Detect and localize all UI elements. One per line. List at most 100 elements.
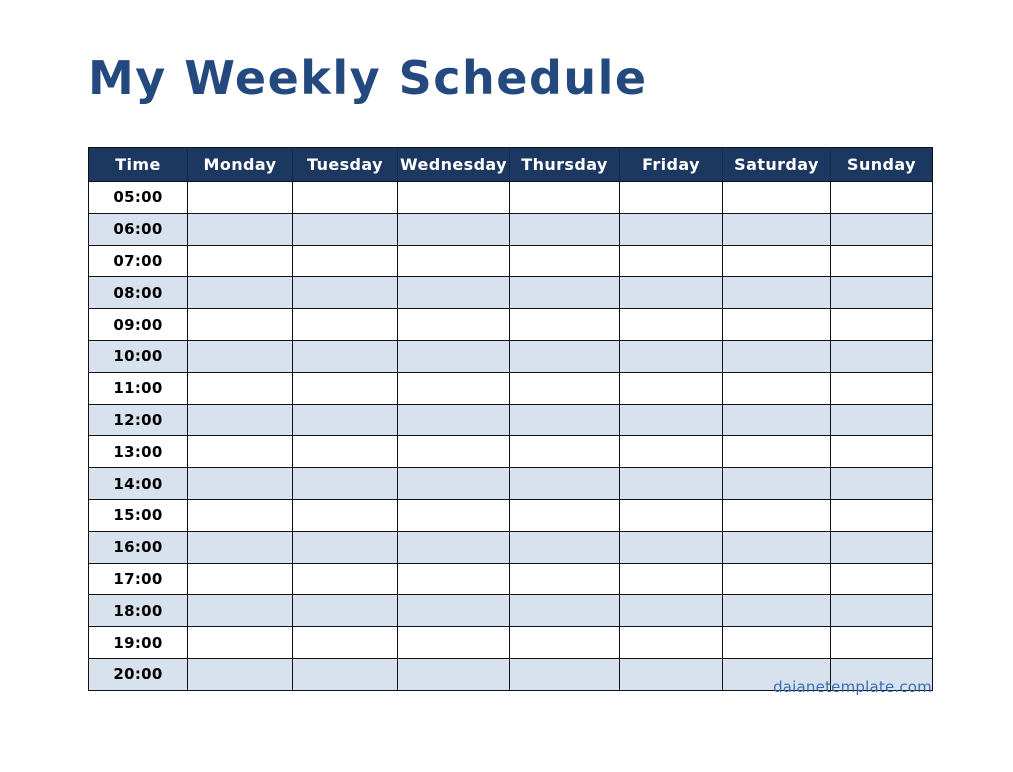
schedule-cell-saturday[interactable] — [722, 276, 831, 310]
schedule-cell-tuesday[interactable] — [292, 212, 398, 246]
schedule-cell-monday[interactable] — [187, 530, 293, 564]
schedule-cell-tuesday[interactable] — [292, 530, 398, 564]
schedule-cell-sunday[interactable] — [830, 403, 933, 437]
schedule-cell-sunday[interactable] — [830, 308, 933, 341]
schedule-cell-monday[interactable] — [187, 403, 293, 437]
schedule-cell-thursday[interactable] — [509, 435, 620, 469]
schedule-cell-saturday[interactable] — [722, 467, 831, 500]
schedule-cell-thursday[interactable] — [509, 339, 620, 373]
schedule-cell-monday[interactable] — [187, 212, 293, 246]
schedule-cell-friday[interactable] — [619, 657, 723, 691]
schedule-cell-thursday[interactable] — [509, 498, 620, 532]
schedule-cell-friday[interactable] — [619, 276, 723, 310]
schedule-cell-saturday[interactable] — [722, 530, 831, 564]
schedule-cell-monday[interactable] — [187, 657, 293, 691]
schedule-cell-tuesday[interactable] — [292, 498, 398, 532]
schedule-cell-tuesday[interactable] — [292, 562, 398, 596]
schedule-cell-friday[interactable] — [619, 530, 723, 564]
schedule-cell-wednesday[interactable] — [397, 371, 510, 405]
schedule-cell-tuesday[interactable] — [292, 435, 398, 469]
schedule-cell-saturday[interactable] — [722, 244, 831, 278]
schedule-cell-tuesday[interactable] — [292, 403, 398, 437]
schedule-cell-monday[interactable] — [187, 498, 293, 532]
schedule-cell-tuesday[interactable] — [292, 181, 398, 214]
schedule-cell-wednesday[interactable] — [397, 212, 510, 246]
schedule-cell-wednesday[interactable] — [397, 626, 510, 659]
schedule-cell-sunday[interactable] — [830, 435, 933, 469]
schedule-cell-friday[interactable] — [619, 435, 723, 469]
schedule-cell-friday[interactable] — [619, 626, 723, 659]
schedule-cell-friday[interactable] — [619, 498, 723, 532]
schedule-cell-friday[interactable] — [619, 467, 723, 500]
schedule-cell-tuesday[interactable] — [292, 594, 398, 628]
schedule-cell-wednesday[interactable] — [397, 308, 510, 341]
schedule-cell-saturday[interactable] — [722, 435, 831, 469]
schedule-cell-wednesday[interactable] — [397, 657, 510, 691]
schedule-cell-wednesday[interactable] — [397, 594, 510, 628]
schedule-cell-monday[interactable] — [187, 244, 293, 278]
schedule-cell-friday[interactable] — [619, 594, 723, 628]
schedule-cell-saturday[interactable] — [722, 626, 831, 659]
schedule-cell-tuesday[interactable] — [292, 371, 398, 405]
schedule-cell-saturday[interactable] — [722, 403, 831, 437]
schedule-cell-monday[interactable] — [187, 562, 293, 596]
schedule-cell-thursday[interactable] — [509, 371, 620, 405]
schedule-cell-wednesday[interactable] — [397, 435, 510, 469]
schedule-cell-wednesday[interactable] — [397, 467, 510, 500]
schedule-cell-monday[interactable] — [187, 339, 293, 373]
schedule-cell-tuesday[interactable] — [292, 244, 398, 278]
schedule-cell-wednesday[interactable] — [397, 403, 510, 437]
schedule-cell-sunday[interactable] — [830, 181, 933, 214]
schedule-cell-monday[interactable] — [187, 435, 293, 469]
schedule-cell-tuesday[interactable] — [292, 276, 398, 310]
schedule-cell-sunday[interactable] — [830, 339, 933, 373]
schedule-cell-sunday[interactable] — [830, 626, 933, 659]
schedule-cell-sunday[interactable] — [830, 467, 933, 500]
schedule-cell-thursday[interactable] — [509, 562, 620, 596]
schedule-cell-tuesday[interactable] — [292, 657, 398, 691]
schedule-cell-sunday[interactable] — [830, 212, 933, 246]
schedule-cell-thursday[interactable] — [509, 626, 620, 659]
schedule-cell-saturday[interactable] — [722, 181, 831, 214]
schedule-cell-sunday[interactable] — [830, 276, 933, 310]
schedule-cell-thursday[interactable] — [509, 403, 620, 437]
schedule-cell-sunday[interactable] — [830, 244, 933, 278]
schedule-cell-friday[interactable] — [619, 403, 723, 437]
schedule-cell-wednesday[interactable] — [397, 530, 510, 564]
schedule-cell-saturday[interactable] — [722, 339, 831, 373]
schedule-cell-thursday[interactable] — [509, 212, 620, 246]
schedule-cell-wednesday[interactable] — [397, 339, 510, 373]
schedule-cell-tuesday[interactable] — [292, 626, 398, 659]
schedule-cell-friday[interactable] — [619, 562, 723, 596]
schedule-cell-wednesday[interactable] — [397, 498, 510, 532]
schedule-cell-thursday[interactable] — [509, 276, 620, 310]
schedule-cell-sunday[interactable] — [830, 594, 933, 628]
schedule-cell-friday[interactable] — [619, 181, 723, 214]
schedule-cell-thursday[interactable] — [509, 181, 620, 214]
schedule-cell-thursday[interactable] — [509, 530, 620, 564]
schedule-cell-thursday[interactable] — [509, 467, 620, 500]
schedule-cell-monday[interactable] — [187, 594, 293, 628]
schedule-cell-sunday[interactable] — [830, 530, 933, 564]
schedule-cell-wednesday[interactable] — [397, 181, 510, 214]
schedule-cell-saturday[interactable] — [722, 308, 831, 341]
schedule-cell-friday[interactable] — [619, 308, 723, 341]
schedule-cell-monday[interactable] — [187, 276, 293, 310]
schedule-cell-monday[interactable] — [187, 371, 293, 405]
schedule-cell-tuesday[interactable] — [292, 308, 398, 341]
schedule-cell-wednesday[interactable] — [397, 244, 510, 278]
schedule-cell-sunday[interactable] — [830, 498, 933, 532]
schedule-cell-saturday[interactable] — [722, 371, 831, 405]
schedule-cell-monday[interactable] — [187, 308, 293, 341]
schedule-cell-friday[interactable] — [619, 244, 723, 278]
schedule-cell-wednesday[interactable] — [397, 562, 510, 596]
schedule-cell-thursday[interactable] — [509, 657, 620, 691]
schedule-cell-friday[interactable] — [619, 371, 723, 405]
schedule-cell-sunday[interactable] — [830, 371, 933, 405]
schedule-cell-friday[interactable] — [619, 212, 723, 246]
schedule-cell-monday[interactable] — [187, 181, 293, 214]
schedule-cell-saturday[interactable] — [722, 594, 831, 628]
schedule-cell-saturday[interactable] — [722, 498, 831, 532]
schedule-cell-thursday[interactable] — [509, 308, 620, 341]
schedule-cell-thursday[interactable] — [509, 244, 620, 278]
